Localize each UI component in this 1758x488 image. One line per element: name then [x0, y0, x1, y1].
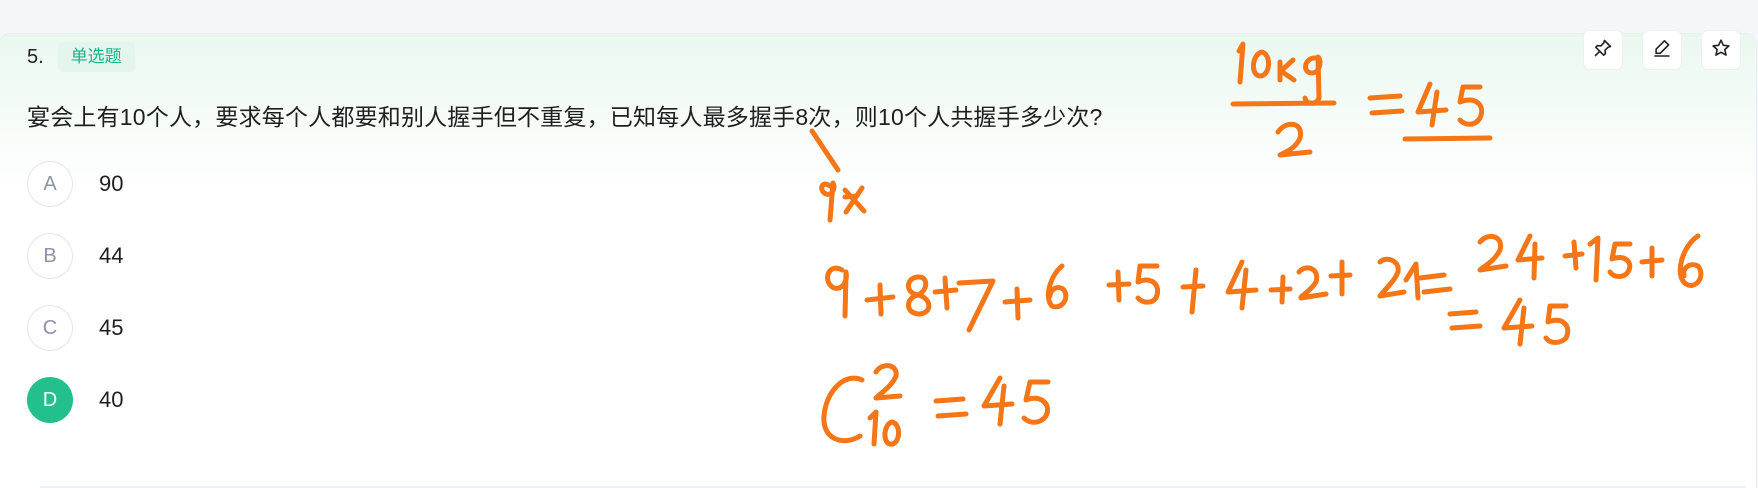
option-letter: D — [27, 377, 73, 423]
option-letter: A — [27, 161, 73, 207]
option-text: 90 — [99, 171, 124, 196]
question-type-tag: 单选题 — [57, 42, 135, 72]
top-strip — [0, 0, 1758, 34]
option-letter: B — [27, 233, 73, 279]
eraser-pen-icon — [1652, 38, 1672, 63]
question-text: 宴会上有10个人，要求每个人都要和别人握手但不重复，已知每人最多握手8次，则10… — [27, 104, 1103, 130]
option-text: 44 — [99, 243, 124, 268]
question-header: 5. 单选题 — [27, 42, 135, 72]
question-number: 5. — [27, 45, 44, 68]
option-a[interactable]: A 90 — [27, 160, 727, 208]
option-text: 40 — [99, 387, 124, 412]
page: 5. 单选题 宴会上有10个人，要求每个人都要和别人握手但不重复，已知每人最多握… — [0, 0, 1758, 488]
pin-button[interactable] — [1584, 31, 1622, 69]
star-icon — [1711, 38, 1731, 63]
option-d[interactable]: D 40 — [27, 376, 727, 424]
favorite-button[interactable] — [1702, 31, 1740, 69]
question-toolbar — [1584, 31, 1740, 69]
eraser-button[interactable] — [1643, 31, 1681, 69]
option-c[interactable]: C 45 — [27, 304, 727, 352]
option-letter: C — [27, 305, 73, 351]
pin-icon — [1593, 38, 1613, 63]
option-b[interactable]: B 44 — [27, 232, 727, 280]
option-text: 45 — [99, 315, 124, 340]
